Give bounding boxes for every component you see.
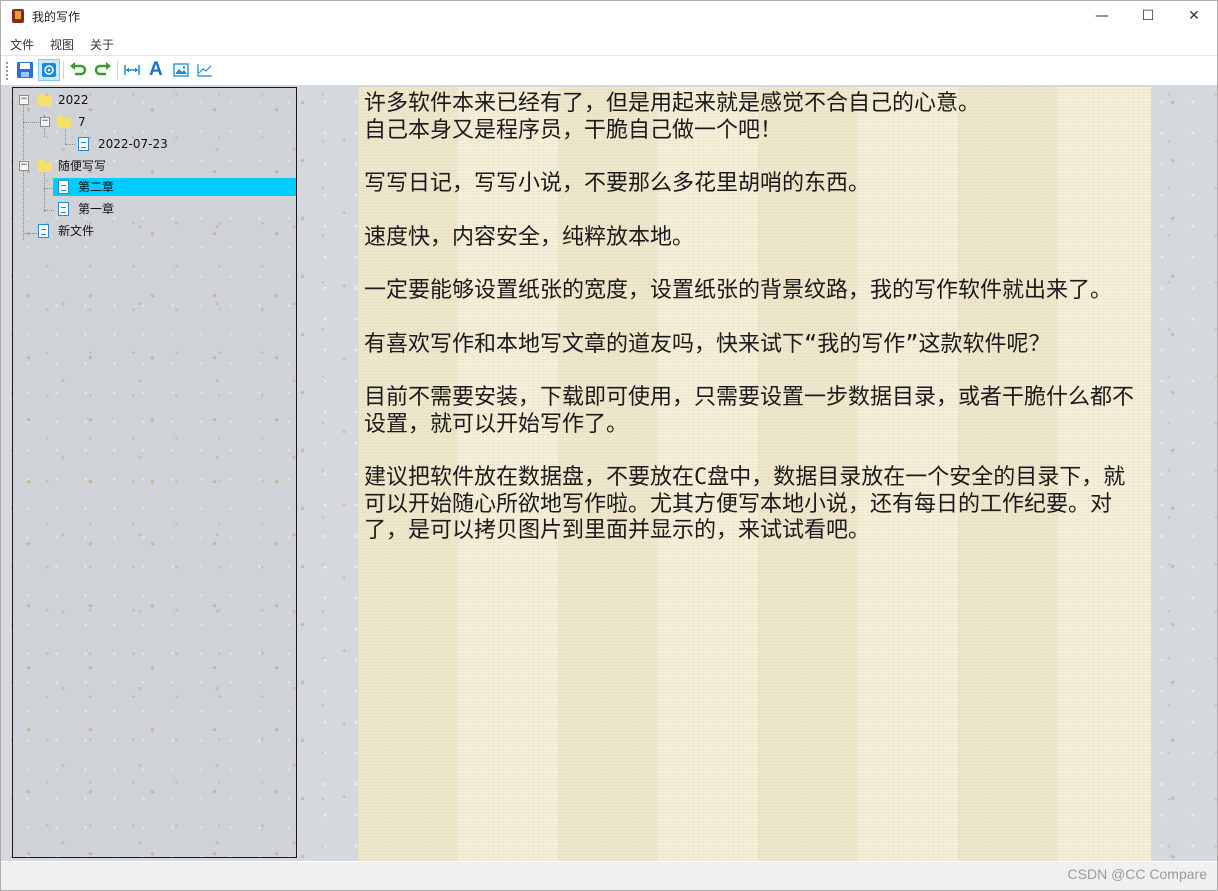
undo-icon: [70, 62, 87, 76]
toolbar: A: [1, 55, 1217, 85]
tree-node-label: 2022: [58, 93, 89, 107]
paper-width-icon: [124, 65, 140, 75]
redo-button[interactable]: [92, 59, 114, 81]
paper-width-button[interactable]: [121, 59, 143, 81]
tree-node-chapter-1[interactable]: 第一章: [53, 200, 203, 218]
tree-node-label: 随便写写: [58, 159, 107, 173]
redo-icon: [94, 62, 111, 76]
close-button[interactable]: ✕: [1171, 1, 1217, 31]
maximize-button[interactable]: ☐: [1125, 1, 1171, 31]
tree-line: [44, 188, 52, 189]
folder-icon: [57, 116, 71, 128]
status-bar: CSDN @CC Compare: [1, 862, 1217, 890]
image-icon: [173, 63, 189, 77]
collapse-toggle[interactable]: −: [40, 117, 50, 127]
settings-icon: [42, 63, 56, 77]
document-icon: [58, 180, 69, 194]
tree-node-label: 第一章: [78, 202, 115, 216]
toolbar-grip[interactable]: [6, 62, 10, 80]
tree-node-chapter-2[interactable]: 第二章: [53, 178, 296, 196]
window-title: 我的写作: [32, 10, 81, 24]
menu-file[interactable]: 文件: [10, 36, 34, 53]
app-book-icon: [12, 9, 24, 23]
save-button[interactable]: [14, 59, 36, 81]
paragraph: 写写日记，写写小说，不要那么多花里胡哨的东西。: [364, 171, 871, 196]
tree-node-2022-07-23[interactable]: 2022-07-23: [76, 135, 226, 153]
folder-icon: [38, 94, 52, 106]
chart-button[interactable]: [194, 59, 216, 81]
minimize-button[interactable]: —: [1079, 1, 1125, 31]
paragraph: 一定要能够设置纸张的宽度，设置纸张的背景纹路，我的写作软件就出来了。: [364, 278, 1113, 303]
collapse-toggle[interactable]: −: [19, 161, 29, 171]
editor-text[interactable]: 许多软件本来已经有了，但是用起来就是感觉不合自己的心意。 自己本身又是程序员，干…: [364, 91, 1139, 572]
menu-about[interactable]: 关于: [90, 36, 114, 53]
tree-node-label: 第二章: [78, 180, 115, 194]
paragraph: 目前不需要安装，下载即可使用，只需要设置一步数据目录，或者干脆什么都不设置，就可…: [364, 385, 1135, 437]
menu-bar: 文件 视图 关于: [1, 32, 1217, 54]
tree-node-new-file[interactable]: 新文件: [33, 222, 183, 240]
document-icon: [58, 202, 69, 216]
tree-node-7[interactable]: − 7: [38, 113, 158, 131]
document-icon: [78, 137, 89, 151]
tree-node-folder-notes[interactable]: − 随便写写: [17, 157, 167, 175]
paragraph: 速度快，内容安全，纯粹放本地。: [364, 224, 695, 250]
tree-line: [23, 122, 39, 123]
paragraph: 有喜欢写作和本地写文章的道友吗，快来试下“我的写作”这款软件呢？: [364, 331, 1051, 357]
tree-node-label: 新文件: [58, 224, 95, 238]
tree-node-label: 7: [78, 115, 86, 129]
file-tree[interactable]: − 2022 − 7 2022-07-23 − 随便写写 第二章 第一章 新文件: [12, 87, 297, 858]
tree-node-label: 2022-07-23: [98, 137, 168, 151]
app-window: 我的写作 — ☐ ✕ 文件 视图 关于 A − 2022 − 7 2022-07…: [0, 0, 1218, 891]
toolbar-separator: [63, 61, 64, 79]
collapse-toggle[interactable]: −: [19, 95, 29, 105]
folder-icon: [38, 160, 52, 172]
tree-line: [65, 144, 75, 145]
save-icon: [17, 62, 33, 78]
document-icon: [38, 224, 49, 238]
undo-button[interactable]: [67, 59, 89, 81]
font-icon: A: [149, 59, 163, 80]
tree-node-2022[interactable]: − 2022: [17, 91, 167, 109]
toolbar-separator: [117, 61, 118, 79]
menu-view[interactable]: 视图: [50, 36, 74, 53]
paragraph: 建议把软件放在数据盘，不要放在C盘中，数据目录放在一个安全的目录下，就可以开始随…: [364, 465, 1126, 543]
title-bar[interactable]: 我的写作 — ☐ ✕: [1, 1, 1217, 31]
chart-icon: [197, 64, 212, 77]
editor-paper[interactable]: 许多软件本来已经有了，但是用起来就是感觉不合自己的心意。 自己本身又是程序员，干…: [358, 87, 1151, 861]
paragraph: 许多软件本来已经有了，但是用起来就是感觉不合自己的心意。 自己本身又是程序员，干…: [364, 91, 981, 143]
image-button[interactable]: [170, 59, 192, 81]
watermark-text: CSDN @CC Compare: [1067, 866, 1207, 882]
font-button[interactable]: A: [145, 59, 167, 81]
settings-button[interactable]: [38, 59, 60, 81]
